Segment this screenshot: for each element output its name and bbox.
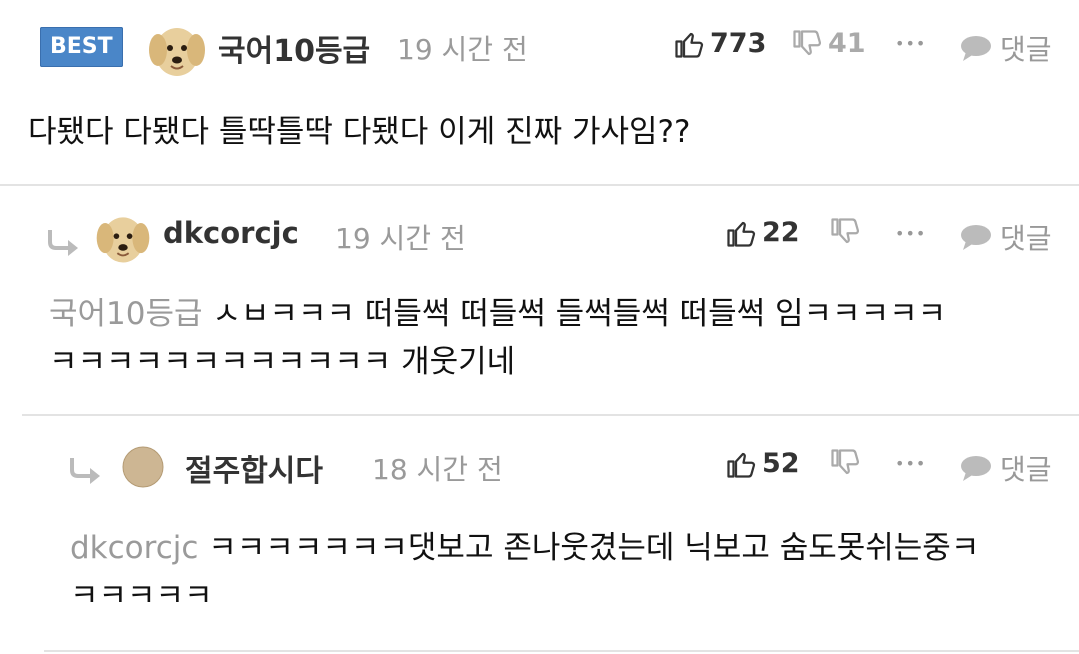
thumbs-up-icon xyxy=(674,29,704,59)
username[interactable]: 국어10등급 xyxy=(218,26,370,70)
avatar[interactable] xyxy=(122,446,164,488)
more-options-icon[interactable]: ••• xyxy=(895,224,926,243)
like-count: 773 xyxy=(710,28,767,59)
dislike-button[interactable]: 41 xyxy=(792,28,866,59)
comment-best: BEST 국어10등급 19 시간 전 773 41 ••• 댓글 다됐다 다됐… xyxy=(0,0,1079,186)
thumbs-up-icon xyxy=(726,218,756,248)
thumbs-up-icon xyxy=(726,449,756,479)
reply-button[interactable]: 댓글 xyxy=(960,217,1052,257)
speech-bubble-icon xyxy=(960,454,992,482)
comment-line: dkcorcjc ㅋㅋㅋㅋㅋㅋㅋ댓보고 존나웃겼는데 닉보고 숨도못쉬는중ㅋ xyxy=(70,524,979,572)
thumbs-down-icon xyxy=(792,29,822,59)
thumbs-down-icon xyxy=(830,448,860,478)
comment-body: ㅋㅋㅋㅋㅋ xyxy=(70,578,213,614)
comment-body: 다됐다 다됐다 틀딱틀딱 다됐다 이게 진짜 가사임?? xyxy=(28,114,691,150)
dislike-button[interactable] xyxy=(830,448,860,478)
reply-label: 댓글 xyxy=(1000,222,1052,255)
dislike-button[interactable] xyxy=(830,217,860,247)
more-options-icon[interactable]: ••• xyxy=(895,454,926,473)
reply-button[interactable]: 댓글 xyxy=(960,448,1052,488)
timestamp: 18 시간 전 xyxy=(372,453,503,486)
mention-tag[interactable]: 국어10등급 xyxy=(49,296,203,332)
speech-bubble-icon xyxy=(960,223,992,251)
like-button[interactable]: 52 xyxy=(726,448,800,479)
reply-label: 댓글 xyxy=(1000,453,1052,486)
comment-reply: 절주합시다 18 시간 전 52 ••• 댓글 dkcorcjc ㅋㅋㅋㅋㅋㅋㅋ… xyxy=(0,416,1079,654)
comment-body: ㅅㅂㅋㅋㅋ 떠들썩 떠들썩 들썩들썩 떠들썩 임ㅋㅋㅋㅋㅋ xyxy=(212,296,947,332)
thumbs-down-icon xyxy=(830,217,860,247)
timestamp: 19 시간 전 xyxy=(397,33,528,66)
reply-label: 댓글 xyxy=(1000,33,1052,66)
more-options-icon[interactable]: ••• xyxy=(895,34,926,53)
like-count: 52 xyxy=(762,448,800,479)
comment-line: 국어10등급 ㅅㅂㅋㅋㅋ 떠들썩 떠들썩 들썩들썩 떠들썩 임ㅋㅋㅋㅋㅋ xyxy=(49,290,946,338)
comment-text: 국어10등급 ㅅㅂㅋㅋㅋ 떠들썩 떠들썩 들썩들썩 떠들썩 임ㅋㅋㅋㅋㅋ ㅋㅋㅋ… xyxy=(49,290,946,386)
like-button[interactable]: 22 xyxy=(726,217,800,248)
best-badge: BEST xyxy=(40,27,123,67)
comment-text: 다됐다 다됐다 틀딱틀딱 다됐다 이게 진짜 가사임?? xyxy=(28,108,690,156)
like-button[interactable]: 773 xyxy=(674,28,766,59)
like-count: 22 xyxy=(762,217,800,248)
username[interactable]: 절주합시다 xyxy=(185,446,323,490)
comment-reply: dkcorcjc 19 시간 전 22 ••• 댓글 국어10등급 ㅅㅂㅋㅋㅋ … xyxy=(0,186,1079,416)
avatar[interactable] xyxy=(92,206,154,272)
comment-header: BEST xyxy=(40,27,123,67)
timestamp: 19 시간 전 xyxy=(335,222,466,255)
dislike-count: 41 xyxy=(828,28,866,59)
divider xyxy=(44,650,1079,652)
mention-tag[interactable]: dkcorcjc xyxy=(70,530,198,566)
comment-body: ㅋㅋㅋㅋㅋㅋㅋ댓보고 존나웃겼는데 닉보고 숨도못쉬는중ㅋ xyxy=(208,530,980,566)
speech-bubble-icon xyxy=(960,34,992,62)
comment-body: ㅋㅋㅋㅋㅋㅋㅋㅋㅋㅋㅋㅋ 개웃기네 xyxy=(49,344,516,380)
reply-arrow-icon xyxy=(48,230,78,256)
username[interactable]: dkcorcjc xyxy=(163,216,299,250)
avatar[interactable] xyxy=(144,18,210,84)
reply-arrow-icon xyxy=(70,458,100,484)
comment-text: dkcorcjc ㅋㅋㅋㅋㅋㅋㅋ댓보고 존나웃겼는데 닉보고 숨도못쉬는중ㅋ ㅋ… xyxy=(70,524,979,620)
reply-button[interactable]: 댓글 xyxy=(960,28,1052,68)
